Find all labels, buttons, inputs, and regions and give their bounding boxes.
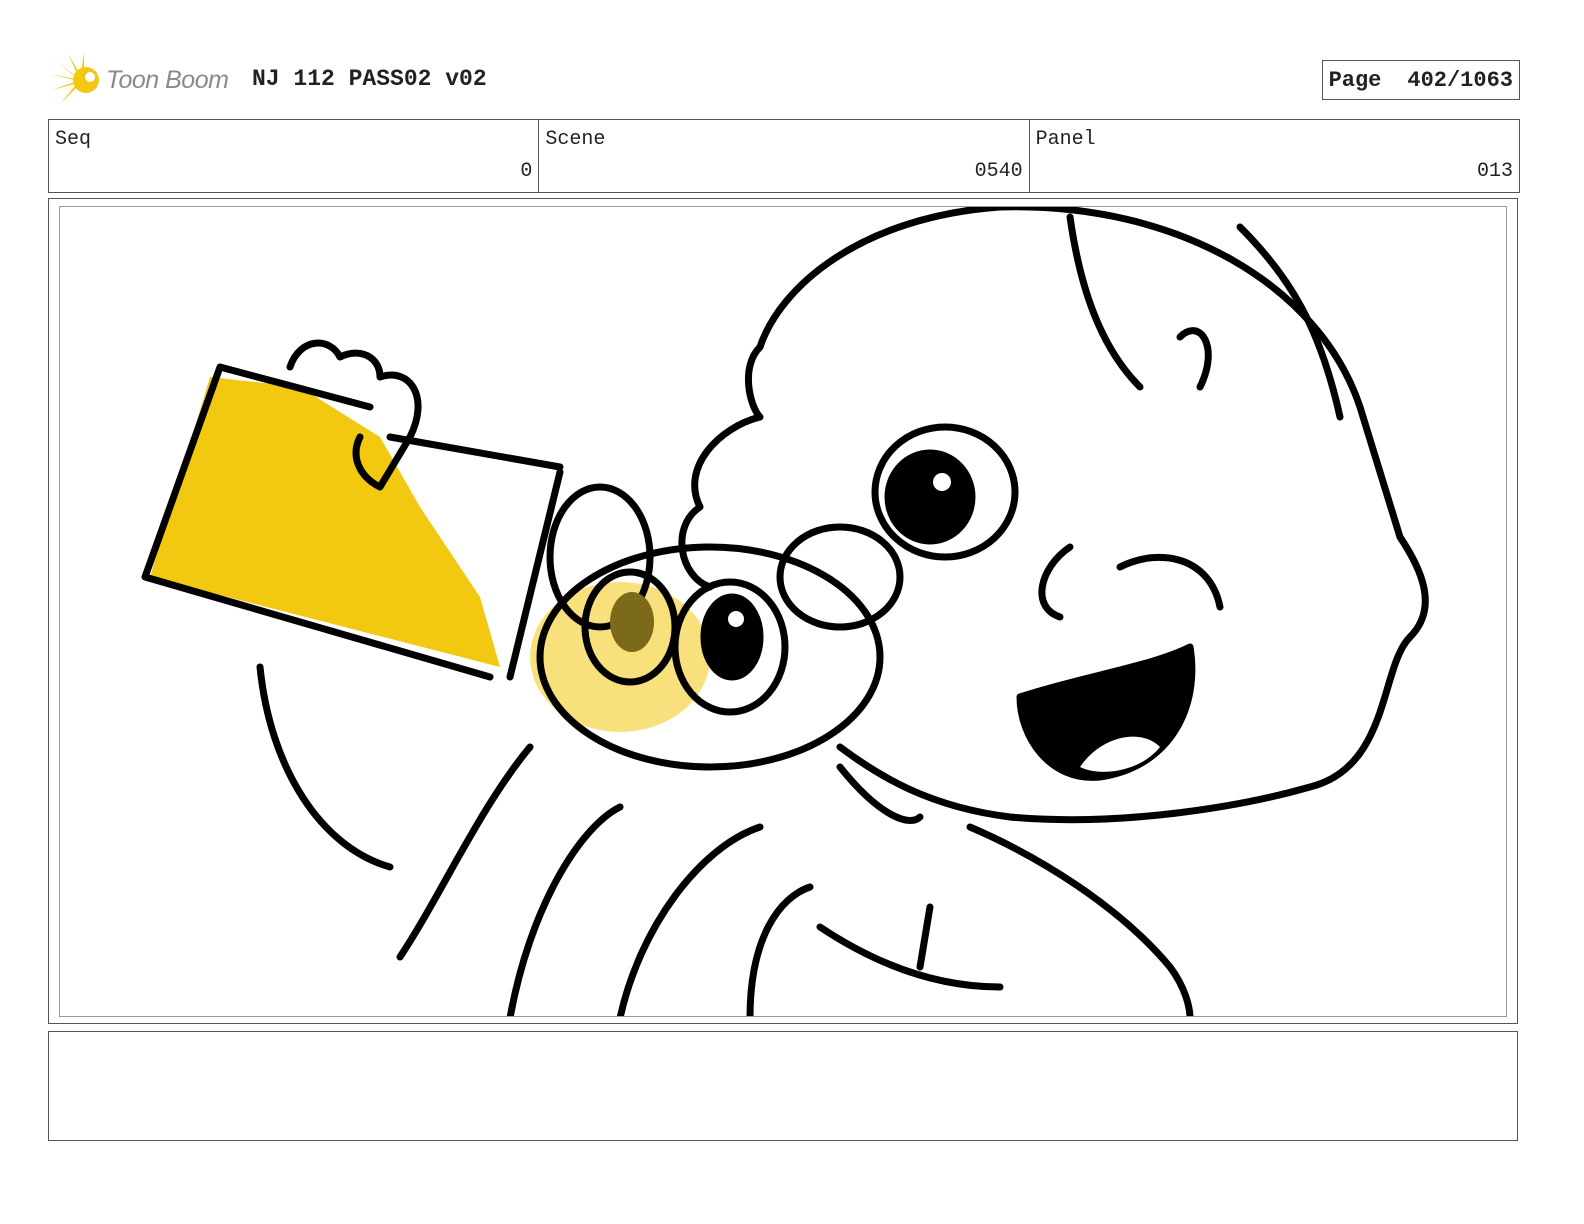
arm-left: [256, 663, 394, 871]
arm-shape: [396, 743, 534, 961]
page-label: Page: [1328, 67, 1382, 93]
scene-label: Scene: [545, 128, 606, 151]
toon-boom-logo: Toon Boom: [50, 52, 240, 108]
scene-cell: Scene 0540: [539, 120, 1030, 192]
toy-body: [506, 803, 814, 1016]
seq-label: Seq: [55, 128, 92, 151]
panel-value: 013: [1476, 160, 1513, 183]
panel-frame: [59, 206, 1507, 1017]
logo-text: Toon Boom: [106, 66, 229, 94]
scene-value: 0540: [974, 160, 1023, 183]
girl-cheek: [1116, 553, 1224, 611]
scene-info-row: Seq 0 Scene 0540 Panel 013: [48, 119, 1520, 193]
panel-label: Panel: [1035, 128, 1096, 151]
page-number: 402/1063: [1407, 67, 1513, 93]
storyboard-sketch: [141, 207, 1429, 1016]
monkey-pupil-left: [610, 592, 654, 652]
girl-pupil: [884, 449, 976, 545]
seq-value: 0: [520, 160, 533, 183]
panel-notes: [48, 1031, 1518, 1141]
storyboard-panel: [48, 198, 1518, 1024]
page-indicator: Page 402/1063: [1321, 60, 1520, 100]
monkey-ear-right: [776, 523, 904, 631]
project-title: NJ 112 PASS02 v02: [252, 66, 487, 92]
starburst-icon: [50, 52, 99, 104]
seq-cell: Seq 0: [49, 120, 540, 192]
page-header: Toon Boom NJ 112 PASS02 v02 Page 402/106…: [48, 48, 1520, 110]
panel-cell: Panel 013: [1030, 120, 1519, 192]
shirt-line: [816, 903, 1004, 991]
girl-eye-highlight: [933, 473, 951, 491]
monkey-eye-highlight: [728, 611, 744, 627]
monkey-pupil-right: [700, 593, 764, 681]
girl-nose: [1038, 543, 1074, 621]
